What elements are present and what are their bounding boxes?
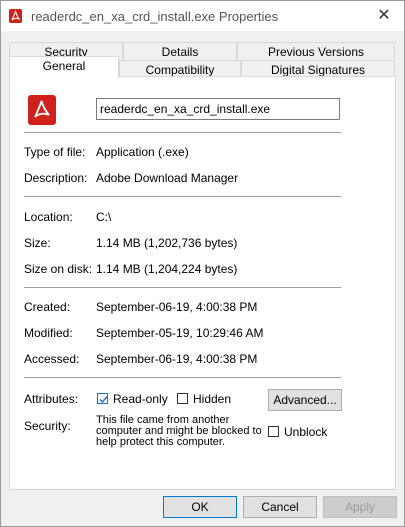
readonly-checkbox[interactable]: [97, 393, 108, 404]
adobe-acrobat-icon: [28, 95, 56, 125]
security-label: Security:: [24, 419, 71, 433]
readonly-label[interactable]: Read-only: [113, 392, 168, 406]
checkmark-icon: [99, 396, 108, 404]
divider: [24, 287, 341, 288]
ok-button[interactable]: OK: [163, 496, 237, 518]
divider: [24, 196, 341, 197]
filename-field[interactable]: [96, 98, 340, 120]
security-message: This file came from another computer and…: [96, 414, 262, 448]
modified-value: September-05-19, 10:29:46 AM: [96, 326, 264, 340]
attributes-label: Attributes:: [24, 392, 79, 406]
properties-dialog: readerdc_en_xa_crd_install.exe Propertie…: [0, 0, 405, 527]
close-button[interactable]: ✕: [364, 1, 404, 31]
hidden-label[interactable]: Hidden: [193, 392, 231, 406]
accessed-label: Accessed:: [24, 352, 80, 366]
location-value: C:\: [96, 210, 112, 224]
size-value: 1.14 MB (1,202,736 bytes): [96, 236, 238, 250]
size-label: Size:: [24, 236, 51, 250]
modified-label: Modified:: [24, 326, 73, 340]
unblock-label[interactable]: Unblock: [284, 425, 327, 439]
unblock-checkbox[interactable]: [268, 426, 279, 437]
type-label: Type of file:: [24, 145, 86, 159]
size-on-disk-label: Size on disk:: [24, 262, 93, 276]
title-bar[interactable]: readerdc_en_xa_crd_install.exe Propertie…: [1, 1, 404, 31]
hidden-checkbox[interactable]: [177, 393, 188, 404]
created-label: Created:: [24, 300, 71, 314]
tab-details[interactable]: Details: [123, 42, 237, 61]
tab-previous-versions[interactable]: Previous Versions: [237, 42, 395, 61]
created-value: September-06-19, 4:00:38 PM: [96, 300, 258, 314]
cancel-button[interactable]: Cancel: [243, 496, 317, 518]
description-label: Description:: [24, 171, 88, 185]
divider: [24, 132, 341, 133]
adobe-acrobat-icon: [9, 9, 22, 23]
type-value: Application (.exe): [96, 145, 189, 159]
accessed-value: September-06-19, 4:00:38 PM: [96, 352, 258, 366]
location-label: Location:: [24, 210, 73, 224]
divider: [24, 377, 341, 378]
description-value: Adobe Download Manager: [96, 171, 239, 185]
size-on-disk-value: 1.14 MB (1,204,224 bytes): [96, 262, 238, 276]
tab-general[interactable]: General: [9, 56, 119, 78]
advanced-button[interactable]: Advanced...: [268, 389, 342, 411]
window-title: readerdc_en_xa_crd_install.exe Propertie…: [31, 9, 279, 24]
apply-button[interactable]: Apply: [323, 496, 397, 518]
general-panel: Type of file: Application (.exe) Descrip…: [9, 76, 396, 490]
